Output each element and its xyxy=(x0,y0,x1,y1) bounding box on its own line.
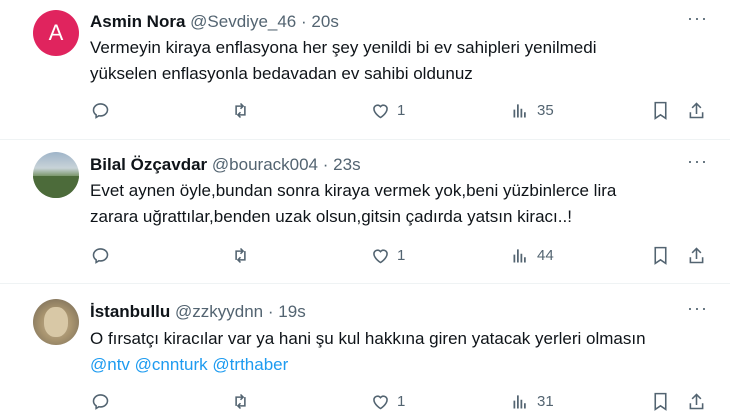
bookmark-button[interactable] xyxy=(650,391,671,412)
tweet-text-line: Evet aynen öyle,bundan sonra kiraya verm… xyxy=(90,181,617,200)
tweet-3[interactable]: İstanbullu @zzkyydnn · 19s ··· O fırsatç… xyxy=(0,284,730,420)
views-button[interactable]: 35 xyxy=(510,100,554,121)
action-bar: 1 31 xyxy=(90,391,710,415)
author-name[interactable]: Bilal Özçavdar xyxy=(90,155,207,174)
tweet-text: Vermeyin kiraya enflasyona her şey yenil… xyxy=(90,35,700,87)
reply-icon xyxy=(92,394,109,410)
tweet-text: Evet aynen öyle,bundan sonra kiraya verm… xyxy=(90,178,700,230)
tweet-header: Bilal Özçavdar @bourack004 · 23s xyxy=(90,155,361,175)
action-bar: 1 35 xyxy=(90,100,710,124)
share-button[interactable] xyxy=(686,391,707,412)
reply-button[interactable] xyxy=(90,100,111,121)
tweet-text-line: yükselen enflasyonla bedavadan ev sahibi… xyxy=(90,64,473,83)
timestamp[interactable]: 20s xyxy=(311,12,338,31)
views-icon xyxy=(513,249,526,263)
bookmark-icon xyxy=(654,392,667,411)
views-icon xyxy=(513,395,526,409)
avatar-photo xyxy=(44,307,68,337)
separator-dot: · xyxy=(322,155,329,174)
retweet-icon xyxy=(235,393,246,410)
mention-link[interactable]: @cnnturk xyxy=(135,355,208,374)
like-button[interactable]: 1 xyxy=(370,100,405,121)
reply-button[interactable] xyxy=(90,245,111,266)
like-button[interactable]: 1 xyxy=(370,391,405,412)
retweet-icon xyxy=(235,247,246,264)
bookmark-icon xyxy=(654,246,667,265)
more-options-icon[interactable]: ··· xyxy=(687,151,708,172)
tweet-header: İstanbullu @zzkyydnn · 19s xyxy=(90,302,306,322)
share-button[interactable] xyxy=(686,245,707,266)
avatar-photo xyxy=(33,176,79,198)
bookmark-icon xyxy=(654,101,667,120)
mention-link[interactable]: @ntv xyxy=(90,355,130,374)
timestamp[interactable]: 23s xyxy=(333,155,360,174)
heart-icon xyxy=(373,104,388,119)
tweet-text-line: zarara uğrattılar,benden uzak olsun,gits… xyxy=(90,207,572,226)
retweet-icon xyxy=(235,102,246,119)
author-handle[interactable]: @bourack004 xyxy=(212,155,318,174)
share-icon xyxy=(689,102,704,119)
mentions-line: @ntv @cnnturk @trthaber xyxy=(90,352,700,378)
share-button[interactable] xyxy=(686,100,707,121)
separator-dot: · xyxy=(267,302,274,321)
more-options-icon[interactable]: ··· xyxy=(687,298,708,319)
view-count: 44 xyxy=(537,247,554,264)
tweet-text-line: O fırsatçı kiracılar var ya hani şu kul … xyxy=(90,329,646,348)
share-icon xyxy=(689,247,704,264)
heart-icon xyxy=(373,249,388,264)
views-button[interactable]: 44 xyxy=(510,245,554,266)
like-count: 1 xyxy=(397,247,406,264)
tweet-header: Asmin Nora @Sevdiye_46 · 20s xyxy=(90,12,339,32)
tweet-text-line: Vermeyin kiraya enflasyona her şey yenil… xyxy=(90,38,597,57)
bookmark-button[interactable] xyxy=(650,245,671,266)
separator-dot: · xyxy=(301,12,307,31)
bookmark-button[interactable] xyxy=(650,100,671,121)
timestamp[interactable]: 19s xyxy=(278,302,305,321)
views-icon xyxy=(513,104,526,118)
view-count: 35 xyxy=(537,102,554,119)
retweet-button[interactable] xyxy=(230,245,251,266)
author-name[interactable]: Asmin Nora xyxy=(90,12,185,31)
retweet-button[interactable] xyxy=(230,391,251,412)
avatar[interactable] xyxy=(33,299,79,345)
like-button[interactable]: 1 xyxy=(370,245,405,266)
retweet-button[interactable] xyxy=(230,100,251,121)
author-handle[interactable]: @zzkyydnn xyxy=(175,302,263,321)
reply-button[interactable] xyxy=(90,391,111,412)
mention-link[interactable]: @trthaber xyxy=(212,355,288,374)
share-icon xyxy=(689,393,704,410)
views-button[interactable]: 31 xyxy=(510,391,554,412)
avatar[interactable]: A xyxy=(33,10,79,56)
action-bar: 1 44 xyxy=(90,245,710,269)
tweet-1[interactable]: A Asmin Nora @Sevdiye_46 · 20s ··· Verme… xyxy=(0,0,730,140)
tweet-text: O fırsatçı kiracılar var ya hani şu kul … xyxy=(90,326,700,378)
avatar-letter: A xyxy=(48,20,64,45)
avatar[interactable] xyxy=(33,152,79,198)
reply-icon xyxy=(92,103,109,119)
like-count: 1 xyxy=(397,393,406,410)
like-count: 1 xyxy=(397,102,406,119)
heart-icon xyxy=(373,395,388,410)
tweet-2[interactable]: Bilal Özçavdar @bourack004 · 23s ··· Eve… xyxy=(0,140,730,280)
more-options-icon[interactable]: ··· xyxy=(687,8,708,29)
author-handle[interactable]: @Sevdiye_46 xyxy=(190,12,296,31)
view-count: 31 xyxy=(537,393,554,410)
reply-icon xyxy=(92,248,109,264)
author-name[interactable]: İstanbullu xyxy=(90,302,170,321)
